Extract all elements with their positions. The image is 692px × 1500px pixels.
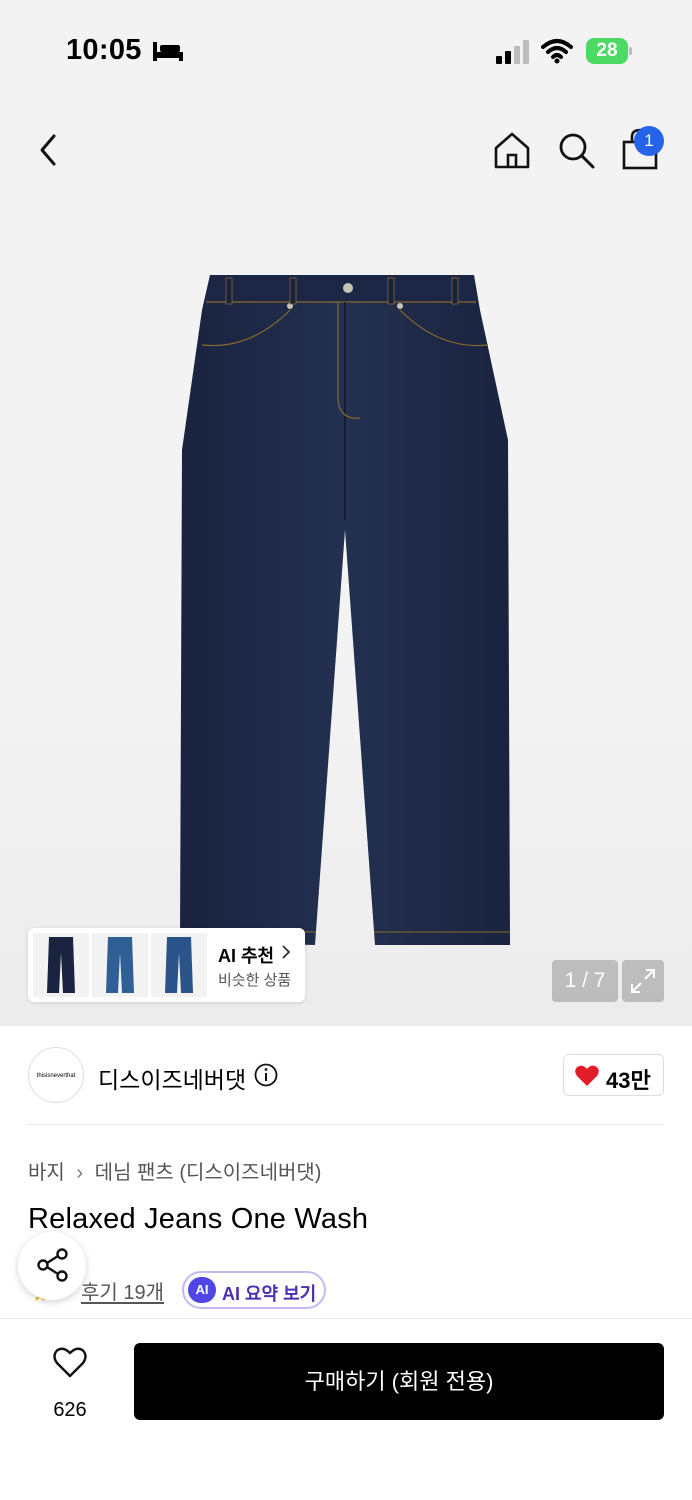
wifi-icon bbox=[541, 39, 573, 64]
breadcrumb-category[interactable]: 바지 bbox=[28, 1162, 65, 1184]
ai-recommend-title: AI 추천 bbox=[218, 946, 275, 966]
bottom-action-bar: 626 구매하기 (회원 전용) bbox=[0, 1318, 692, 1500]
similar-product-thumb[interactable] bbox=[92, 933, 148, 997]
breadcrumb: 바지 › 데님 팬츠 (디스이즈네버댓) bbox=[28, 1156, 321, 1185]
home-icon[interactable] bbox=[492, 130, 532, 170]
similar-product-thumb[interactable] bbox=[151, 933, 207, 997]
heart-filled-icon bbox=[575, 1065, 599, 1086]
expand-icon bbox=[631, 969, 655, 993]
ai-summary-label: AI 요약 보기 bbox=[222, 1284, 317, 1304]
ai-summary-button[interactable]: AI AI 요약 보기 bbox=[182, 1271, 326, 1309]
expand-image-button[interactable] bbox=[622, 960, 664, 1002]
battery-nub bbox=[629, 47, 632, 55]
breadcrumb-subcategory[interactable]: 데님 팬츠 (디스이즈네버댓) bbox=[95, 1162, 322, 1184]
battery-indicator: 28 bbox=[586, 38, 632, 64]
sleep-focus-icon bbox=[153, 42, 183, 61]
image-counter: 1 / 7 bbox=[552, 960, 618, 1002]
buy-button[interactable]: 구매하기 (회원 전용) bbox=[134, 1343, 664, 1420]
chevron-right-icon: › bbox=[76, 1162, 84, 1184]
product-image-jeans bbox=[180, 275, 510, 945]
ai-recommend-strip[interactable]: AI 추천 비슷한 상품 bbox=[28, 928, 305, 1002]
product-title: Relaxed Jeans One Wash bbox=[28, 1203, 369, 1235]
battery-level: 28 bbox=[586, 38, 628, 64]
brand-name[interactable]: 디스이즈네버댓 bbox=[98, 1061, 246, 1095]
info-icon[interactable] bbox=[254, 1063, 278, 1087]
chevron-right-icon bbox=[282, 945, 291, 959]
cart-count-badge: 1 bbox=[634, 126, 664, 156]
ai-recommend-subtitle: 비슷한 상품 bbox=[218, 972, 292, 989]
share-icon bbox=[37, 1248, 68, 1282]
similar-product-thumb[interactable] bbox=[33, 933, 89, 997]
brand-logo[interactable]: thisisneverthat bbox=[28, 1047, 84, 1103]
back-arrow-icon[interactable] bbox=[32, 130, 68, 170]
status-time: 10:05 bbox=[66, 34, 142, 66]
wishlist-button[interactable]: 626 bbox=[40, 1345, 100, 1435]
review-count-link[interactable]: 후기 19개 bbox=[81, 1276, 164, 1305]
brand-like-count: 43만 bbox=[606, 1068, 651, 1093]
search-icon[interactable] bbox=[556, 130, 596, 170]
ai-badge: AI bbox=[188, 1277, 216, 1303]
product-image-gallery[interactable]: 1 AI 추천 비슷한 상품 1 / 7 bbox=[0, 100, 692, 1026]
cellular-signal-icon bbox=[496, 40, 529, 64]
brand-like-button[interactable]: 43만 bbox=[563, 1054, 664, 1096]
heart-outline-icon bbox=[53, 1347, 87, 1378]
share-button[interactable] bbox=[18, 1232, 86, 1300]
status-bar: 10:05 28 bbox=[0, 0, 692, 100]
wishlist-count: 626 bbox=[53, 1399, 87, 1421]
divider bbox=[28, 1124, 664, 1125]
